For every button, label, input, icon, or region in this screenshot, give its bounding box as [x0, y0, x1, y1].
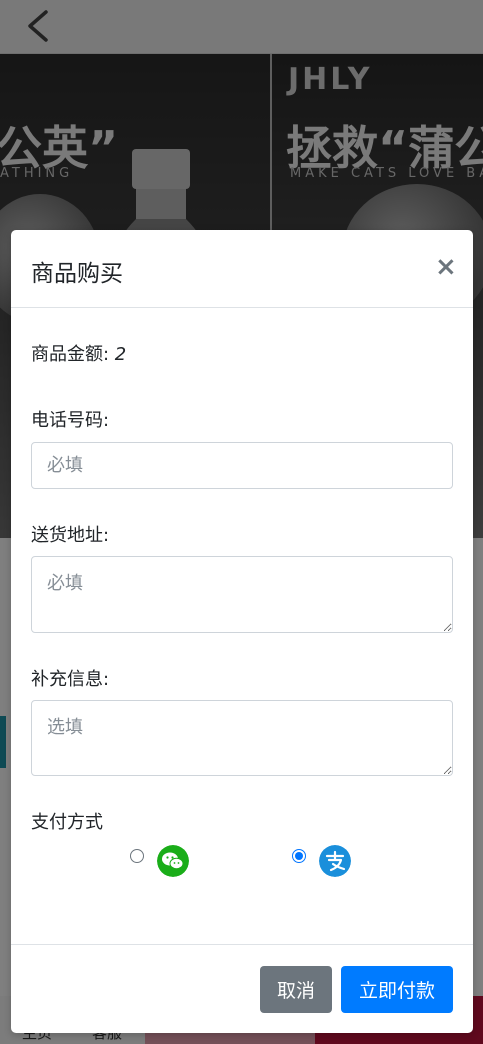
- wechat-pay-radio[interactable]: [130, 849, 144, 863]
- price-value: 2: [114, 344, 127, 365]
- modal-title: 商品购买: [31, 261, 123, 287]
- alipay-icon[interactable]: [319, 845, 351, 877]
- alipay-radio[interactable]: [292, 849, 306, 863]
- address-label: 送货地址:: [31, 525, 110, 546]
- phone-label: 电话号码:: [31, 410, 110, 431]
- price-label: 商品金额:: [31, 344, 115, 365]
- wechat-pay-icon[interactable]: [157, 845, 189, 877]
- modal-footer: 取消 立即付款: [11, 944, 473, 1033]
- modal-header: 商品购买 ×: [11, 230, 473, 308]
- close-icon[interactable]: ×: [435, 254, 457, 280]
- phone-input[interactable]: [31, 442, 453, 489]
- address-input[interactable]: [31, 556, 453, 633]
- extra-info-label: 补充信息:: [31, 669, 110, 690]
- payment-method-label: 支付方式: [31, 812, 103, 833]
- extra-info-input[interactable]: [31, 700, 453, 776]
- cancel-button[interactable]: 取消: [260, 966, 332, 1013]
- pay-now-button[interactable]: 立即付款: [341, 966, 453, 1013]
- purchase-modal: 商品购买 × 商品金额: 2 电话号码: 送货地址: 补充信息: 支付方式 取消…: [11, 230, 473, 1033]
- price-row: 商品金额: 2: [31, 340, 126, 366]
